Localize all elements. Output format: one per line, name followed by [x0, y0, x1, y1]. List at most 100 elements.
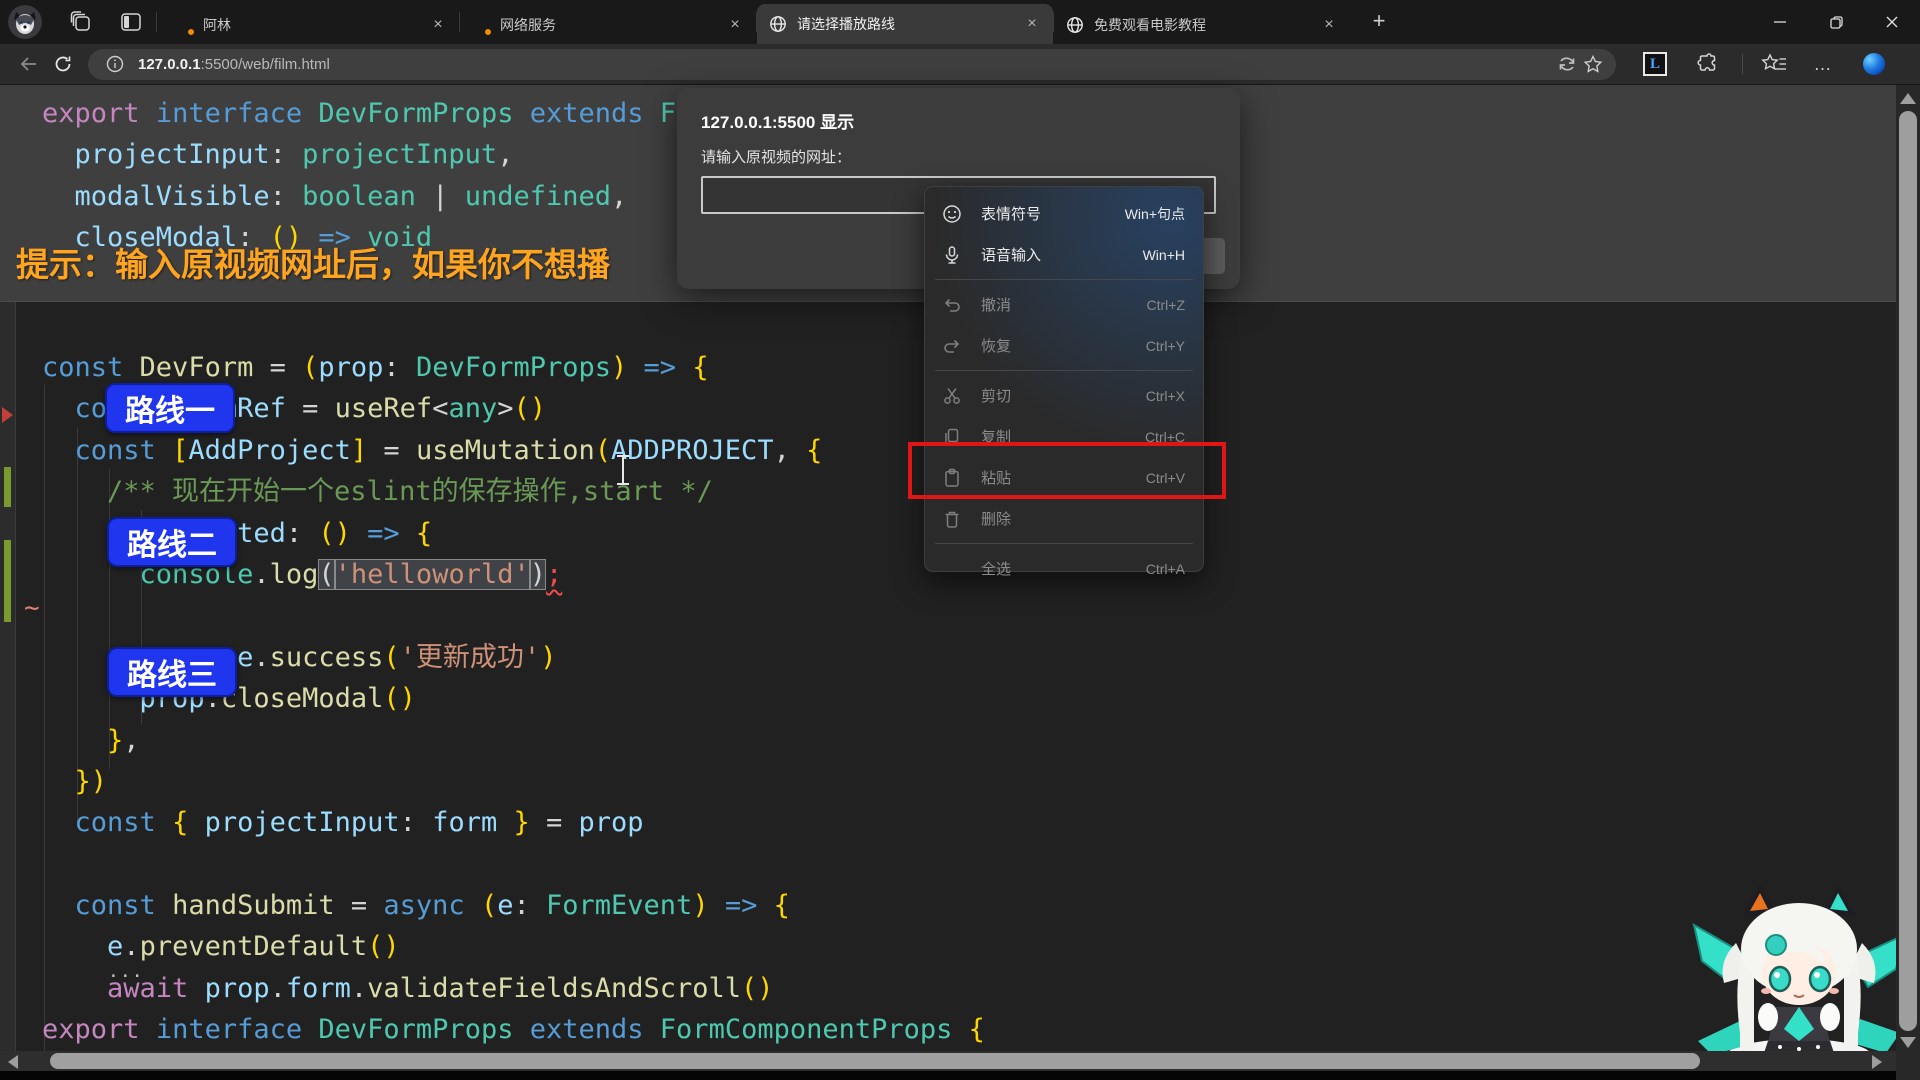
code-line: export interface DevFormProps extends F	[42, 93, 676, 134]
route-button-1[interactable]: 路线一	[105, 383, 235, 433]
code-line: const { projectInput: form } = prop	[42, 802, 985, 843]
tab-4[interactable]: 免费观看电影教程×	[1054, 6, 1350, 44]
menu-item-label: 删除	[981, 508, 1185, 529]
menu-item-语音输入[interactable]: 语音输入Win+H	[925, 234, 1203, 275]
gutter-change-mark	[4, 540, 11, 622]
trash-icon	[941, 508, 963, 530]
url-path: :5500/web/film.html	[201, 56, 330, 73]
dialog-message: 请输入原视频的网址：	[701, 146, 851, 167]
profile-avatar[interactable]	[8, 5, 42, 39]
browser-toolbar: 127.0.0.1:5500/web/film.html L …	[0, 44, 1920, 85]
url-text[interactable]: 127.0.0.1:5500/web/film.html	[138, 56, 1554, 73]
tip-text: 提示：输入原视频网址后，如果你不想播	[16, 238, 610, 286]
vertical-scrollbar[interactable]	[1896, 85, 1920, 1080]
avatar-favicon	[472, 16, 490, 34]
refresh-button[interactable]	[46, 49, 80, 79]
menu-item-剪切[interactable]: 剪切Ctrl+X	[925, 375, 1203, 416]
extensions-puzzle-icon[interactable]	[1693, 49, 1723, 79]
menu-item-表情符号[interactable]: 表情符号Win+句点	[925, 193, 1203, 234]
tab-close-icon[interactable]: ×	[1021, 13, 1043, 35]
sync-refresh-icon[interactable]	[1554, 51, 1580, 77]
url-host: 127.0.0.1	[138, 56, 201, 73]
context-menu: 表情符号Win+句点语音输入Win+H撤消Ctrl+Z恢复Ctrl+Y剪切Ctr…	[924, 186, 1204, 572]
redo-icon	[941, 335, 963, 357]
globe-favicon	[769, 15, 787, 33]
menu-item-恢复[interactable]: 恢复Ctrl+Y	[925, 325, 1203, 366]
vertical-scrollbar-thumb[interactable]	[1899, 111, 1917, 1031]
new-tab-button[interactable]: +	[1364, 7, 1394, 37]
code-line	[42, 844, 985, 885]
anime-mascot-image	[1688, 883, 1910, 1075]
avatar-favicon	[175, 16, 193, 34]
menu-item-label: 剪切	[981, 385, 1146, 406]
menu-item-shortcut: Ctrl+Y	[1146, 338, 1185, 354]
tab-bar: 阿林×网络服务×请选择播放路线×免费观看电影教程× +	[0, 0, 1920, 44]
address-bar[interactable]: 127.0.0.1:5500/web/film.html	[88, 49, 1616, 80]
emoji-icon	[941, 203, 963, 225]
favorite-star-icon[interactable]	[1580, 51, 1606, 77]
settings-menu-icon[interactable]: …	[1808, 49, 1838, 79]
tab-3[interactable]: 请选择播放路线×	[757, 4, 1053, 44]
tab-close-icon[interactable]: ×	[427, 14, 449, 36]
code-line: const handSubmit = async (e: FormEvent) …	[42, 885, 985, 926]
copilot-icon[interactable]	[1859, 49, 1889, 79]
browser-window: 阿林×网络服务×请选择播放路线×免费观看电影教程× + 127.0.0.1:55…	[0, 0, 1920, 1080]
menu-item-shortcut: Ctrl+X	[1146, 388, 1185, 404]
menu-item-全选[interactable]: 全选Ctrl+A	[925, 548, 1203, 589]
close-window-button[interactable]	[1864, 0, 1920, 44]
window-controls	[1752, 0, 1920, 44]
site-info-icon[interactable]	[102, 51, 128, 77]
favorites-hub-icon[interactable]	[1759, 49, 1789, 79]
tab-title: 请选择播放路线	[797, 14, 1021, 34]
tab-close-icon[interactable]: ×	[724, 14, 746, 36]
horizontal-scrollbar-thumb[interactable]	[50, 1053, 1700, 1069]
scroll-left-arrow[interactable]	[8, 1055, 18, 1069]
tab-title: 网络服务	[500, 15, 724, 35]
route-button-2[interactable]: 路线二	[107, 517, 237, 567]
extension-l-icon[interactable]: L	[1640, 49, 1670, 79]
route-button-3[interactable]: 路线三	[107, 647, 237, 697]
code-line: await prop.form.validateFieldsAndScroll(…	[42, 968, 985, 1009]
back-button[interactable]	[12, 49, 46, 79]
menu-item-label: 语音输入	[981, 244, 1143, 265]
code-main-block: const DevForm = (prop: DevFormProps) => …	[42, 347, 985, 1051]
tab-divider	[156, 12, 157, 32]
code-line: },	[42, 720, 985, 761]
undo-icon	[941, 294, 963, 316]
tab-2[interactable]: 网络服务×	[460, 6, 756, 44]
menu-item-删除[interactable]: 删除	[925, 498, 1203, 539]
menu-item-label: 撤消	[981, 294, 1147, 315]
code-line: e.preventDefault()	[42, 926, 985, 967]
menu-item-shortcut: Win+句点	[1125, 204, 1185, 224]
tab-close-icon[interactable]: ×	[1318, 14, 1340, 36]
scroll-down-arrow[interactable]	[1900, 1037, 1916, 1048]
mic-icon	[941, 244, 963, 266]
menu-item-label: 表情符号	[981, 203, 1125, 224]
code-line: export interface DevFormProps extends Fo…	[42, 1009, 985, 1050]
minimize-button[interactable]	[1752, 0, 1808, 44]
code-line: const [AddProject] = useMutation(ADDPROJ…	[42, 430, 985, 471]
menu-item-撤消[interactable]: 撤消Ctrl+Z	[925, 284, 1203, 325]
husky-avatar-icon	[8, 5, 42, 39]
tab-1[interactable]: 阿林×	[163, 6, 459, 44]
code-line: projectInput: projectInput,	[42, 134, 676, 175]
menu-item-label: 恢复	[981, 335, 1146, 356]
tab-title: 阿林	[203, 15, 427, 35]
scroll-right-arrow[interactable]	[1872, 1055, 1882, 1069]
scroll-up-arrow[interactable]	[1900, 93, 1916, 104]
restore-button[interactable]	[1808, 0, 1864, 44]
bottom-strip	[0, 1071, 1920, 1080]
dialog-title: 127.0.0.1:5500 显示	[701, 108, 854, 133]
cut-icon	[941, 385, 963, 407]
code-line	[42, 595, 985, 636]
code-top-block: export interface DevFormProps extends F …	[42, 93, 676, 259]
code-line: /** 现在开始一个eslint的保存操作,start */	[42, 471, 985, 512]
menu-item-label: 全选	[981, 558, 1146, 579]
code-line: modalVisible: boolean | undefined,	[42, 176, 676, 217]
menu-separator	[935, 279, 1193, 280]
toolbar-divider	[1742, 54, 1743, 74]
workspaces-icon[interactable]	[68, 9, 94, 35]
tab-strip: 阿林×网络服务×请选择播放路线×免费观看电影教程×	[163, 0, 1350, 44]
menu-separator	[935, 543, 1193, 544]
vertical-tabs-icon[interactable]	[118, 9, 144, 35]
